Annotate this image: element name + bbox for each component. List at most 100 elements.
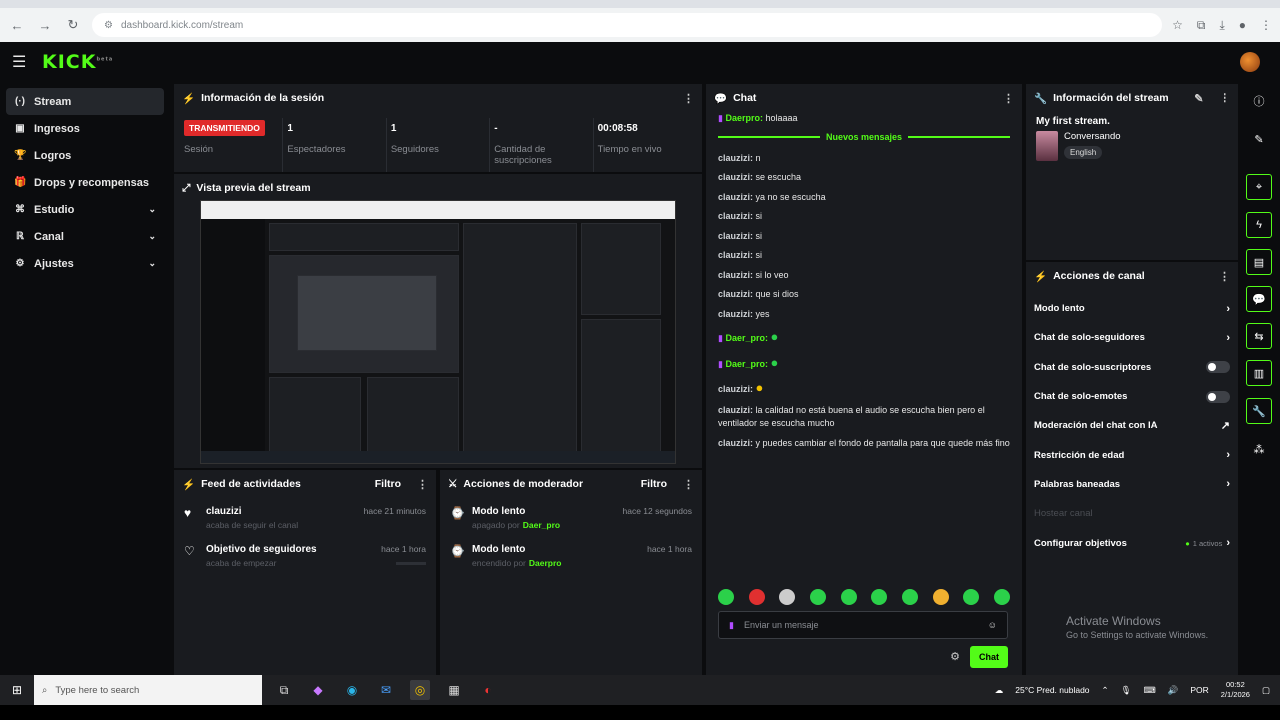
edge-icon[interactable]: ◉ [342,680,362,700]
channel-action-configurar[interactable]: Configurar objetivos 1 activos› [1026,528,1238,557]
edit-icon[interactable]: ✎ [1194,92,1203,105]
site-info-icon[interactable]: ⚙ [104,20,113,31]
chat-username[interactable]: Daer_pro: [725,333,768,343]
document-icon[interactable]: ▤ [1246,249,1272,275]
mod-username[interactable]: Daerpro [529,558,562,568]
emote-icon[interactable] [993,589,1010,605]
crosshair-icon[interactable]: ⌖ [1246,174,1272,200]
download-icon[interactable]: ⤓ [1219,18,1224,33]
emote-icon[interactable] [963,589,980,605]
reload-icon[interactable]: ↻ [64,17,82,33]
stream-preview-video[interactable] [200,200,676,464]
emote-icon[interactable] [901,589,918,605]
taskbar-search[interactable]: ⌕ Type here to search [34,675,262,705]
channel-action-chat[interactable]: Chat de solo-suscriptores [1026,353,1238,382]
windows-start-icon[interactable]: ⊞ [0,683,34,697]
mod-action-item[interactable]: ⌚ Modo lento encendido por Daerpro hace 1 ho… [440,536,702,574]
more-icon[interactable]: ⋮ [683,478,694,491]
feed-item[interactable]: ♥ clauzizi acaba de seguir el canal hace 21… [174,498,436,536]
emote-icon[interactable] [840,589,857,605]
channel-action-chat[interactable]: Chat de solo-emotes [1026,382,1238,411]
layout-icon[interactable]: ▥ [1246,360,1272,386]
menu-icon[interactable]: ⋮ [1260,18,1272,33]
clock[interactable]: 00:52 2/1/2026 [1221,680,1250,700]
copilot-icon[interactable]: ◆ [308,680,328,700]
chat-username[interactable]: clauzizi: [718,250,753,260]
chat-username[interactable]: clauzizi: [718,153,753,163]
chat-username[interactable]: clauzizi: [718,289,753,299]
forward-icon[interactable]: → [36,18,54,33]
filter-button[interactable]: Filtro [641,478,667,490]
filter-button[interactable]: Filtro [375,478,401,490]
wrench-icon[interactable]: 🔧 [1246,398,1272,424]
mod-username[interactable]: Daer_pro [523,520,560,530]
lang-indicator[interactable]: POR [1190,685,1208,695]
more-icon[interactable]: ⋮ [1219,270,1230,283]
lightning-icon[interactable]: ϟ [1246,212,1272,238]
chat-username[interactable]: Daerpro: [725,113,763,123]
sidebar-item-ingresos[interactable]: ▣ Ingresos [6,115,164,142]
emoji-icon[interactable]: ☺ [988,620,997,630]
profile-icon[interactable]: ● [1239,18,1246,33]
chat-settings-icon[interactable]: ⚙ [950,650,960,663]
network-icon[interactable]: ⌨ [1143,685,1155,696]
weather-text[interactable]: 25°C Pred. nublado [1015,685,1089,695]
sidebar-item-drops[interactable]: 🎁 Drops y recompensas [6,169,164,196]
more-icon[interactable]: ⋮ [1220,92,1231,104]
notifications-icon[interactable]: ▢ [1262,685,1270,696]
emote-icon[interactable] [932,589,949,605]
emote-icon[interactable] [779,589,796,605]
emote-icon[interactable] [718,589,734,605]
mail-icon[interactable]: ✉ [376,680,396,700]
info-icon[interactable]: ⓘ [1246,88,1272,114]
chat-username[interactable]: clauzizi: [718,211,753,221]
address-bar[interactable]: ⚙ dashboard.kick.com/stream [92,13,1163,37]
channel-action-restricción[interactable]: Restricción de edad › [1026,440,1238,469]
pencil-icon[interactable]: ✎ [1246,126,1272,152]
chat-username[interactable]: clauzizi: [718,309,753,319]
chat-input[interactable]: ▮ Enviar un mensaje ☺ [718,611,1008,639]
tray-chevron-icon[interactable]: ⌃ [1102,685,1109,696]
mod-action-item[interactable]: ⌚ Modo lento apagado por Daer_pro hace 12 se… [440,498,702,536]
message-icon[interactable]: 💬 [1246,286,1272,312]
chat-username[interactable]: clauzizi: [718,172,753,182]
emote-icon[interactable] [809,589,826,605]
shapes-icon[interactable]: ⁂ [1246,436,1272,462]
chat-username[interactable]: clauzizi: [718,438,753,448]
chat-username[interactable]: clauzizi: [718,384,753,394]
sidebar-item-estudio[interactable]: ⌘ Estudio ⌄ [6,196,164,223]
sidebar-item-canal[interactable]: ℝ Canal ⌄ [6,223,164,250]
send-chat-button[interactable]: Chat [970,646,1008,668]
expand-icon[interactable]: ⤢ [182,182,190,195]
more-icon[interactable]: ⋮ [683,92,694,105]
emote-icon[interactable] [871,589,888,605]
back-icon[interactable]: ← [8,18,26,33]
toggle-switch[interactable] [1206,361,1230,374]
store-icon[interactable]: ▦ [444,680,464,700]
new-messages-divider[interactable]: Nuevos mensajes [718,132,1011,142]
hamburger-icon[interactable]: ☰ [12,52,32,72]
more-icon[interactable]: ⋮ [1003,92,1014,105]
channel-action-moderación[interactable]: Moderación del chat con IA ↗ [1026,411,1238,440]
kick-logo[interactable]: KICKbeta [42,51,113,73]
sidebar-item-logros[interactable]: 🏆 Logros [6,142,164,169]
chrome-icon[interactable]: ◎ [410,680,430,700]
more-icon[interactable]: ⋮ [417,478,428,491]
mic-tray-icon[interactable]: 🎙 [1121,685,1132,696]
chat-username[interactable]: clauzizi: [718,192,753,202]
chat-username[interactable]: clauzizi: [718,231,753,241]
channel-action-palabras[interactable]: Palabras baneadas › [1026,470,1238,499]
task-view-icon[interactable]: ⧉ [274,680,294,700]
chat-username[interactable]: Daer_pro: [725,359,768,369]
chat-username[interactable]: clauzizi: [718,270,753,280]
emote-icon[interactable] [748,589,765,605]
avatar[interactable] [1240,52,1260,72]
chat-username[interactable]: clauzizi: [718,405,753,415]
bookmark-icon[interactable]: ☆ [1172,18,1183,33]
link-icon[interactable]: ⇆ [1246,323,1272,349]
toggle-switch[interactable] [1206,390,1230,403]
extensions-icon[interactable]: ⧉ [1197,18,1206,33]
sidebar-item-stream[interactable]: (·) Stream [6,88,164,115]
volume-icon[interactable]: 🔊 [1168,685,1179,696]
feed-item[interactable]: ♡ Objetivo de seguidores acaba de empezar h… [174,536,436,574]
